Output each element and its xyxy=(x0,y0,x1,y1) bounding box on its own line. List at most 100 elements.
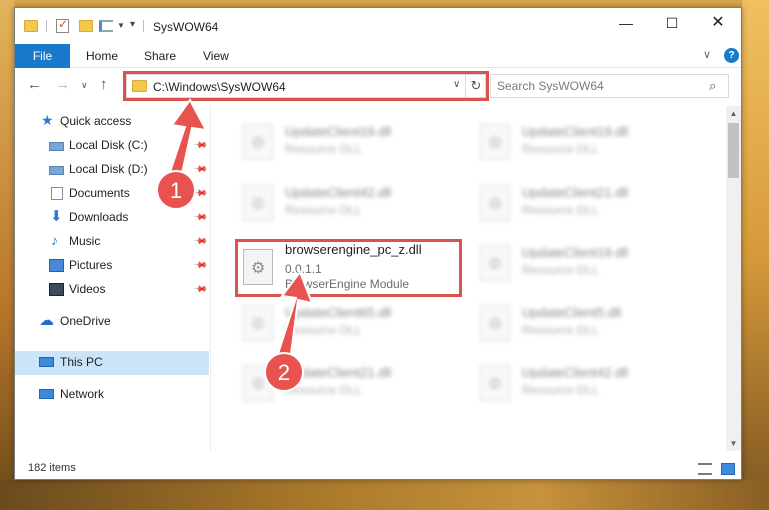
tab-home[interactable]: Home xyxy=(86,44,118,68)
search-icon[interactable]: ⌕ xyxy=(709,78,716,94)
file-explorer-window: ▼ ▾ SysWOW64 — ☐ ✕ File Home Share View … xyxy=(14,7,742,480)
sidebar-item-videos[interactable]: Videos 📌 xyxy=(15,278,209,302)
sidebar-item-label: Music xyxy=(69,234,101,248)
scroll-down-icon[interactable]: ▼ xyxy=(726,436,741,451)
minimize-button[interactable]: — xyxy=(603,8,649,38)
large-icons-view-icon[interactable] xyxy=(721,463,735,475)
properties-icon[interactable] xyxy=(99,20,113,32)
sidebar-item-quick-access[interactable]: ★ Quick access xyxy=(15,110,209,134)
desktop-wallpaper-bottom xyxy=(0,480,769,510)
properties-check-icon[interactable] xyxy=(56,17,69,33)
dll-file-icon xyxy=(480,305,510,341)
sidebar-item-this-pc[interactable]: This PC xyxy=(15,351,209,375)
dll-file-icon xyxy=(480,124,510,160)
sidebar-item-label: Documents xyxy=(69,186,130,200)
file-description: Resource DLL xyxy=(285,323,362,337)
file-item[interactable]: UpdateClient19.dll Resource DLL xyxy=(472,239,702,289)
drive-icon xyxy=(49,166,64,175)
file-item[interactable]: UpdateClient19.dll Resource DLL xyxy=(472,118,702,168)
dll-file-icon xyxy=(480,185,510,221)
file-description: Resource DLL xyxy=(522,383,599,397)
star-icon: ★ xyxy=(41,112,54,128)
recent-locations-icon[interactable]: ∨ xyxy=(81,80,88,91)
pin-icon[interactable]: 📌 xyxy=(193,234,208,250)
network-icon xyxy=(39,389,54,399)
file-name: UpdateClient19.dll xyxy=(522,245,629,260)
sidebar-item-label: Downloads xyxy=(69,210,129,224)
sidebar-item-network[interactable]: Network xyxy=(15,383,209,407)
tab-file[interactable]: File xyxy=(15,44,70,68)
dll-file-icon xyxy=(480,365,510,401)
address-highlight-annotation xyxy=(123,71,489,101)
documents-icon xyxy=(51,187,63,200)
back-arrow-icon[interactable]: ← xyxy=(27,76,42,93)
file-description: Resource DLL xyxy=(522,263,599,277)
file-name: UpdateClient5.dll xyxy=(522,305,622,320)
sidebar-item-label: Network xyxy=(60,387,105,401)
step-badge-2: 2 xyxy=(264,352,304,392)
sidebar-item-label: Videos xyxy=(69,282,106,296)
sidebar-item-local-disk-c[interactable]: Local Disk (C:) 📌 xyxy=(15,134,209,158)
file-description: Resource DLL xyxy=(285,203,362,217)
item-count: 182 items xyxy=(28,462,76,474)
file-highlight-annotation xyxy=(235,239,462,297)
window-title: SysWOW64 xyxy=(153,20,219,34)
tab-view[interactable]: View xyxy=(203,44,229,68)
file-item[interactable]: UpdateClient65.dll Resource DLL xyxy=(235,299,465,349)
file-description: Resource DLL xyxy=(522,323,599,337)
computer-icon xyxy=(39,357,54,367)
close-button[interactable]: ✕ xyxy=(695,8,741,38)
vertical-scrollbar[interactable]: ▲ ▼ xyxy=(726,106,741,451)
file-name: UpdateClient21.dll xyxy=(522,185,629,200)
sidebar-item-label: Quick access xyxy=(60,114,132,128)
sidebar-item-label: Pictures xyxy=(69,258,113,272)
separator xyxy=(46,20,47,32)
title-bar: ▼ ▾ SysWOW64 — ☐ ✕ xyxy=(15,8,741,42)
search-box[interactable]: ⌕ xyxy=(490,74,729,98)
details-view-icon[interactable] xyxy=(698,463,712,475)
tab-share[interactable]: Share xyxy=(144,44,176,68)
new-folder-icon[interactable] xyxy=(79,20,93,32)
sidebar-item-label: Local Disk (D:) xyxy=(69,162,148,176)
sidebar-item-music[interactable]: ♪ Music 📌 xyxy=(15,230,209,254)
sidebar-item-label: This PC xyxy=(60,355,103,369)
drive-icon xyxy=(49,142,64,151)
folder-icon xyxy=(24,20,38,32)
file-name: UpdateClient42.dll xyxy=(522,365,629,380)
sidebar-item-onedrive[interactable]: ☁ OneDrive xyxy=(15,310,209,334)
maximize-button[interactable]: ☐ xyxy=(649,8,695,38)
pin-icon[interactable]: 📌 xyxy=(193,282,208,298)
music-icon: ♪ xyxy=(51,232,58,248)
file-description: Resource DLL xyxy=(522,203,599,217)
help-icon[interactable]: ? xyxy=(724,48,739,63)
pin-icon[interactable]: 📌 xyxy=(193,210,208,226)
expand-ribbon-icon[interactable]: ∨ xyxy=(703,48,711,61)
dll-file-icon xyxy=(243,185,273,221)
file-item[interactable]: UpdateClient21.dll Resource DLL xyxy=(472,179,702,229)
search-input[interactable] xyxy=(497,78,697,94)
customize-toolbar-icon[interactable]: ▾ xyxy=(130,19,135,30)
file-item[interactable]: UpdateClient42.dll Resource DLL xyxy=(472,359,702,409)
file-description: Resource DLL xyxy=(285,142,362,156)
pin-icon[interactable]: 📌 xyxy=(193,162,208,178)
cloud-icon: ☁ xyxy=(39,312,54,329)
forward-arrow-icon[interactable]: → xyxy=(55,76,70,93)
file-item[interactable]: UpdateClient19.dll Resource DLL xyxy=(235,118,465,168)
up-arrow-icon[interactable]: ↑ xyxy=(100,76,108,93)
pictures-icon xyxy=(49,259,64,272)
pin-icon[interactable]: 📌 xyxy=(193,258,208,274)
chevron-down-icon[interactable]: ▼ xyxy=(117,21,125,30)
file-description: Resource DLL xyxy=(522,142,599,156)
file-name: UpdateClient19.dll xyxy=(285,124,392,139)
file-name: UpdateClient65.dll xyxy=(285,305,392,320)
sidebar-item-label: Local Disk (C:) xyxy=(69,138,148,152)
file-name: UpdateClient42.dll xyxy=(285,185,392,200)
scroll-up-icon[interactable]: ▲ xyxy=(726,106,741,121)
dll-file-icon xyxy=(243,305,273,341)
scrollbar-thumb[interactable] xyxy=(728,123,739,178)
file-item[interactable]: UpdateClient5.dll Resource DLL xyxy=(472,299,702,349)
file-item[interactable]: UpdateClient42.dll Resource DLL xyxy=(235,179,465,229)
file-list: UpdateClient19.dll Resource DLL UpdateCl… xyxy=(213,106,725,451)
pin-icon[interactable]: 📌 xyxy=(193,138,208,154)
sidebar-item-pictures[interactable]: Pictures 📌 xyxy=(15,254,209,278)
